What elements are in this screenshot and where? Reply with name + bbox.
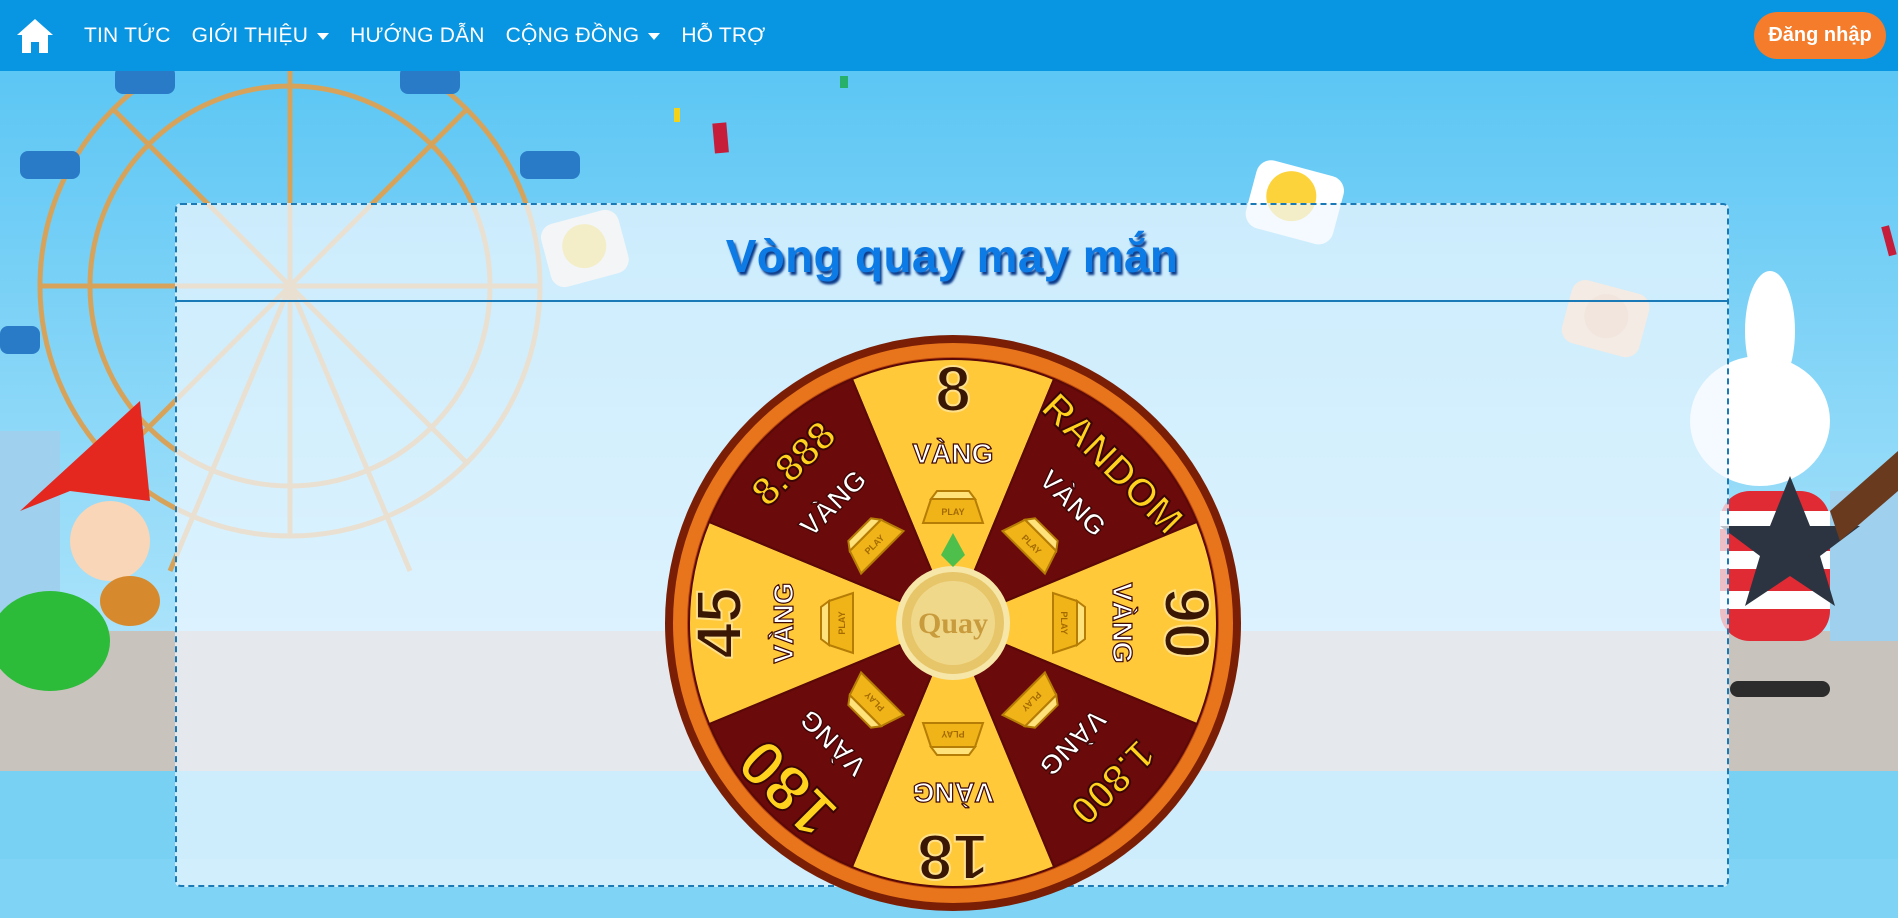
- segment-unit: VÀNG: [913, 438, 994, 469]
- nav-item-tin-tuc[interactable]: TIN TỨC: [84, 24, 171, 48]
- nav-item-label: HỖ TRỢ: [681, 23, 766, 47]
- lucky-wheel-panel: Vòng quay may mắn PLAY PLAY PLAY PLAY PLAY PL…: [175, 203, 1729, 911]
- nav-item-huong-dan[interactable]: HƯỚNG DẪN: [350, 24, 485, 48]
- panel-title: Vòng quay may mắn: [725, 230, 1179, 282]
- nav-menu: TIN TỨC GIỚI THIỆU HƯỚNG DẪN CỘNG ĐỒNG H…: [84, 0, 786, 71]
- wheel-segment-label: 45 VÀNG: [682, 582, 800, 664]
- nav-item-label: GIỚI THIỆU: [191, 23, 309, 47]
- segment-amount: 18: [917, 821, 988, 893]
- lucky-wheel: PLAY PLAY PLAY PLAY PLAY PLAY PLAY PLAY 8 VÀNG RA…: [663, 333, 1243, 913]
- segment-unit: VÀNG: [913, 777, 994, 808]
- nav-item-ho-tro[interactable]: HỖ TRỢ: [681, 24, 765, 48]
- gold-bar-stamp: PLAY: [837, 611, 847, 634]
- nav-item-gioi-thieu[interactable]: GIỚI THIỆU: [191, 23, 330, 48]
- nav-item-label: HƯỚNG DẪN: [350, 23, 485, 47]
- segment-unit: VÀNG: [768, 583, 799, 664]
- wheel-segment-label: 18 VÀNG: [912, 776, 994, 894]
- wheel-graphic: PLAYPLAYPLAYPLAYPLAYPLAYPLAYPLAY 8VÀNG RA…: [665, 335, 1241, 911]
- nav-item-label: CỘNG ĐỒNG: [505, 23, 640, 47]
- panel-divider: [177, 300, 1727, 302]
- gold-bar-stamp: PLAY: [941, 507, 964, 517]
- spin-button-label: Quay: [918, 607, 988, 640]
- nav-item-cong-dong[interactable]: CỘNG ĐỒNG: [506, 24, 661, 48]
- segment-amount: 8: [935, 353, 971, 425]
- segment-amount: 90: [1151, 587, 1223, 658]
- segment-amount: 45: [683, 587, 755, 658]
- chevron-down-icon: [317, 33, 330, 40]
- segment-unit: VÀNG: [1107, 583, 1138, 664]
- login-button[interactable]: Đăng nhập: [1754, 12, 1886, 59]
- top-navbar: TIN TỨC GIỚI THIỆU HƯỚNG DẪN CỘNG ĐỒNG H…: [0, 0, 1898, 71]
- nav-item-label: TIN TỨC: [84, 23, 171, 47]
- gold-bar-stamp: PLAY: [1059, 611, 1069, 634]
- gold-bar-stamp: PLAY: [941, 729, 964, 739]
- wheel-segment-label: 90 VÀNG: [1106, 582, 1224, 664]
- chevron-down-icon: [648, 33, 661, 40]
- home-icon[interactable]: [15, 17, 55, 55]
